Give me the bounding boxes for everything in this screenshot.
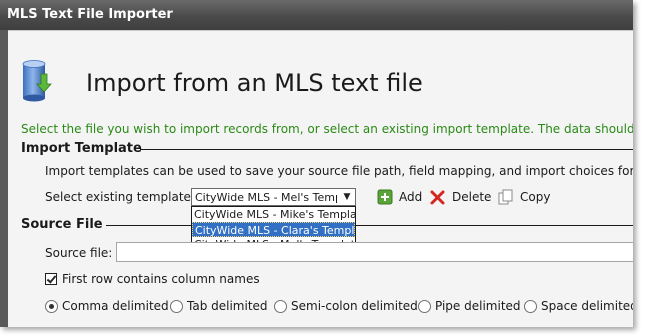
select-template-label: Select existing template: [45, 190, 195, 204]
source-file-section-label: Source File [21, 217, 103, 232]
window-frame-left [0, 30, 8, 327]
comma-delimited-radio[interactable] [45, 300, 58, 313]
source-file-divider-right [356, 225, 633, 226]
add-label: Add [399, 190, 423, 204]
semicolon-delimited-radio[interactable] [274, 300, 287, 313]
copy-icon [498, 189, 513, 205]
delete-template-button[interactable]: Delete [430, 187, 491, 207]
tab-delimited-radio[interactable] [170, 300, 183, 313]
delete-icon [430, 190, 445, 205]
first-row-checkbox[interactable] [45, 273, 57, 285]
tab-delimited-label[interactable]: Tab delimited [187, 299, 268, 313]
template-option-clara[interactable]: CityWide MLS - Clara's Template [192, 222, 355, 237]
source-file-label: Source file: [45, 246, 113, 260]
copy-template-button[interactable]: Copy [498, 187, 550, 207]
dialog-content: Import from an MLS text file Select the … [8, 30, 633, 327]
comma-delimited-label[interactable]: Comma delimited [62, 299, 169, 313]
source-file-input[interactable] [116, 242, 633, 262]
page-title: Import from an MLS text file [86, 69, 423, 97]
database-import-icon [22, 60, 52, 102]
template-select[interactable]: CityWide MLS - Mel's Template ▼ [191, 188, 356, 206]
import-template-info: Import templates can be used to save you… [45, 164, 633, 178]
add-icon [377, 189, 393, 205]
chevron-down-icon[interactable]: ▼ [340, 190, 354, 204]
first-row-label[interactable]: First row contains column names [62, 272, 260, 286]
space-delimited-radio[interactable] [524, 300, 537, 313]
instructions-text: Select the file you wish to import recor… [21, 122, 633, 136]
semicolon-delimited-label[interactable]: Semi-colon delimited [291, 299, 418, 313]
pipe-delimited-label[interactable]: Pipe delimited [435, 299, 521, 313]
pipe-delimited-radio[interactable] [418, 300, 431, 313]
import-template-divider [140, 149, 633, 150]
space-delimited-label[interactable]: Space delimited [541, 299, 633, 313]
template-option-mike[interactable]: CityWide MLS - Mike's Template [192, 207, 355, 222]
copy-label: Copy [520, 190, 551, 204]
importer-window: MLS Text File Importer Import from an ML… [0, 0, 633, 327]
window-title: MLS Text File Importer [7, 7, 173, 22]
delete-label: Delete [452, 190, 492, 204]
template-select-value: CityWide MLS - Mel's Template [195, 191, 337, 204]
import-template-section-label: Import Template [21, 141, 142, 156]
source-file-divider-left [106, 225, 191, 226]
add-template-button[interactable]: Add [377, 187, 422, 207]
title-bar: MLS Text File Importer [0, 0, 633, 30]
